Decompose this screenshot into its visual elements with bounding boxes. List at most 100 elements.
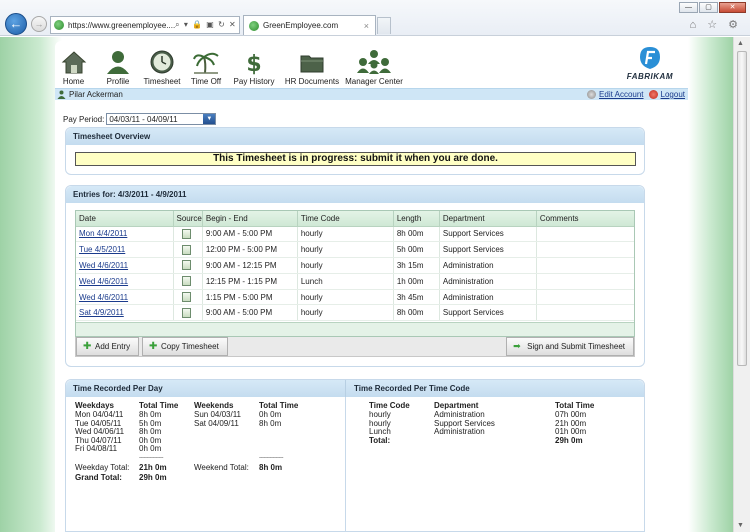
tab-close-icon[interactable]: × [364, 21, 369, 31]
user-icon [57, 90, 66, 99]
vertical-scrollbar[interactable]: ▲ ▼ [733, 37, 750, 532]
entry-date-link[interactable]: Wed 4/6/2011 [79, 293, 128, 302]
chevron-down-icon[interactable]: ▼ [203, 114, 216, 124]
source-icon [181, 260, 191, 271]
nav-timesheet[interactable]: Timesheet [138, 49, 186, 89]
table-row[interactable]: Tue 4/5/2011 12:00 PM - 5:00 PM hourly 5… [76, 241, 634, 259]
timesheet-overview-panel: Timesheet Overview This Timesheet is in … [65, 127, 645, 175]
per-code-title: Time Recorded Per Time Code [354, 384, 470, 393]
address-url[interactable]: https://www.greenemployee.... [68, 21, 175, 30]
entry-department: Administration [439, 289, 537, 306]
add-entry-button[interactable]: ✚ Add Entry [76, 337, 140, 356]
code-row-dept: Administration [434, 427, 485, 437]
toolbar-icons[interactable]: ⌂ ☆ ⚙ [690, 18, 742, 31]
minimize-button[interactable]: — [679, 2, 698, 13]
entry-department: Administration [439, 273, 537, 290]
address-bar[interactable]: https://www.greenemployee.... ⌕ ▾ 🔒 ▣ ↻ … [50, 16, 240, 34]
table-row[interactable]: Sat 4/9/2011 9:00 AM - 5:00 PM hourly 8h… [76, 304, 634, 322]
grid-footer [76, 322, 634, 336]
weekday-total-label: Weekday Total: [75, 463, 130, 472]
logout-icon[interactable] [648, 90, 658, 99]
table-row[interactable]: Wed 4/6/2011 12:15 PM - 1:15 PM Lunch 1h… [76, 273, 634, 290]
edit-account-icon[interactable] [587, 90, 597, 99]
nav-pay-history[interactable]: $ Pay History [228, 49, 280, 89]
col-time-code[interactable]: Time Code [297, 211, 394, 227]
nav-profile[interactable]: Profile [98, 49, 138, 89]
svg-text:$: $ [246, 52, 261, 75]
scroll-up-icon[interactable]: ▲ [737, 40, 744, 47]
entry-length: 3h 45m [393, 289, 440, 306]
weekday-separator: ---------------- [139, 455, 163, 461]
col-comments[interactable]: Comments [536, 211, 634, 227]
col-length[interactable]: Length [393, 211, 440, 227]
entry-begin-end: 9:00 AM - 5:00 PM [202, 304, 298, 322]
weekend-total-label: Weekend Total: [194, 463, 249, 472]
copy-timesheet-button[interactable]: ✚ Copy Timesheet [142, 337, 228, 356]
col-department[interactable]: Department [439, 211, 537, 227]
entry-date-link[interactable]: Wed 4/6/2011 [79, 261, 128, 270]
entry-begin-end: 9:00 AM - 5:00 PM [202, 226, 298, 243]
pay-period: Pay Period: 04/03/11 - 04/09/11 ▼ [63, 113, 217, 125]
arrow-right-icon: ➡ [513, 341, 521, 351]
entry-date-link[interactable]: Wed 4/6/2011 [79, 277, 128, 286]
scroll-down-icon[interactable]: ▼ [737, 522, 744, 529]
entries-button-bar: ✚ Add Entry ✚ Copy Timesheet ➡ Sign and … [75, 337, 635, 357]
weekday-time: 0h 0m [139, 444, 162, 454]
weekend-separator: ---------------- [259, 455, 283, 461]
pay-period-select[interactable]: 04/03/11 - 04/09/11 ▼ [106, 113, 217, 125]
entry-length: 5h 00m [393, 241, 440, 259]
sign-submit-button[interactable]: ➡ Sign and Submit Timesheet [506, 337, 634, 356]
timesheet-overview-title: Timesheet Overview [66, 128, 644, 145]
entry-length: 8h 00m [393, 226, 440, 243]
nav-timesheet-label: Timesheet [143, 77, 181, 86]
nav-time-off[interactable]: Time Off [186, 49, 226, 89]
browser-tab[interactable]: GreenEmployee.com × [243, 15, 376, 35]
entry-time-code: hourly [297, 289, 394, 306]
nav-home-label: Home [62, 77, 85, 86]
table-row[interactable]: Mon 4/4/2011 9:00 AM - 5:00 PM hourly 8h… [76, 226, 634, 243]
nav-profile-label: Profile [106, 77, 130, 86]
code-total-label: Total: [369, 435, 391, 445]
window-controls: — ▢ ✕ [678, 2, 746, 13]
col-source[interactable]: Source [173, 211, 203, 227]
grand-total-label: Grand Total: [75, 473, 122, 482]
nav-hr-documents[interactable]: HR Documents [282, 49, 342, 89]
main-navigation: Home Profile Timesheet Time Off $ Pay Hi… [55, 49, 406, 89]
edit-account-link[interactable]: Edit Account [599, 90, 643, 99]
col-date[interactable]: Date [76, 211, 174, 227]
maximize-button[interactable]: ▢ [699, 2, 718, 13]
pay-period-value[interactable]: 04/03/11 - 04/09/11 [107, 115, 203, 124]
logo-text: FABRIKAM [626, 72, 673, 81]
col-begin-end[interactable]: Begin - End [202, 211, 298, 227]
entry-comments [536, 304, 634, 322]
logout-link[interactable]: Logout [661, 90, 685, 99]
table-row[interactable]: Wed 4/6/2011 9:00 AM - 12:15 PM hourly 3… [76, 257, 634, 274]
entry-length: 3h 15m [393, 257, 440, 274]
entry-begin-end: 9:00 AM - 12:15 PM [202, 257, 298, 274]
entries-header-row: Date Source Begin - End Time Code Length… [76, 211, 634, 227]
folder-icon [300, 55, 324, 73]
per-day-title: Time Recorded Per Day [66, 380, 346, 397]
table-row[interactable]: Wed 4/6/2011 1:15 PM - 5:00 PM hourly 3h… [76, 289, 634, 306]
close-window-button[interactable]: ✕ [719, 2, 746, 13]
palm-tree-icon [193, 52, 219, 74]
scroll-thumb[interactable] [737, 51, 747, 366]
summary-headers: Time Recorded Per Day Time Recorded Per … [66, 380, 644, 397]
entry-begin-end: 12:15 PM - 1:15 PM [202, 273, 298, 290]
back-button[interactable]: ← [5, 13, 27, 35]
user-bar: Pilar Ackerman Edit Account Logout [55, 88, 688, 100]
entry-comments [536, 226, 634, 243]
entry-comments [536, 241, 634, 259]
nav-home[interactable]: Home [55, 49, 92, 89]
home-icon [61, 51, 86, 74]
nav-manager-center[interactable]: Manager Center [342, 49, 406, 89]
forward-button[interactable]: → [31, 16, 47, 32]
address-bar-icons[interactable]: ⌕ ▾ 🔒 ▣ ↻ ✕ [175, 20, 240, 30]
source-icon [181, 292, 191, 303]
nav-pay-history-label: Pay History [233, 77, 275, 86]
pay-period-label: Pay Period: [63, 114, 105, 124]
entry-date-link[interactable]: Sat 4/9/2011 [79, 308, 124, 317]
new-tab-button[interactable] [377, 17, 391, 34]
entry-date-link[interactable]: Mon 4/4/2011 [79, 229, 127, 238]
entry-date-link[interactable]: Tue 4/5/2011 [79, 245, 125, 254]
